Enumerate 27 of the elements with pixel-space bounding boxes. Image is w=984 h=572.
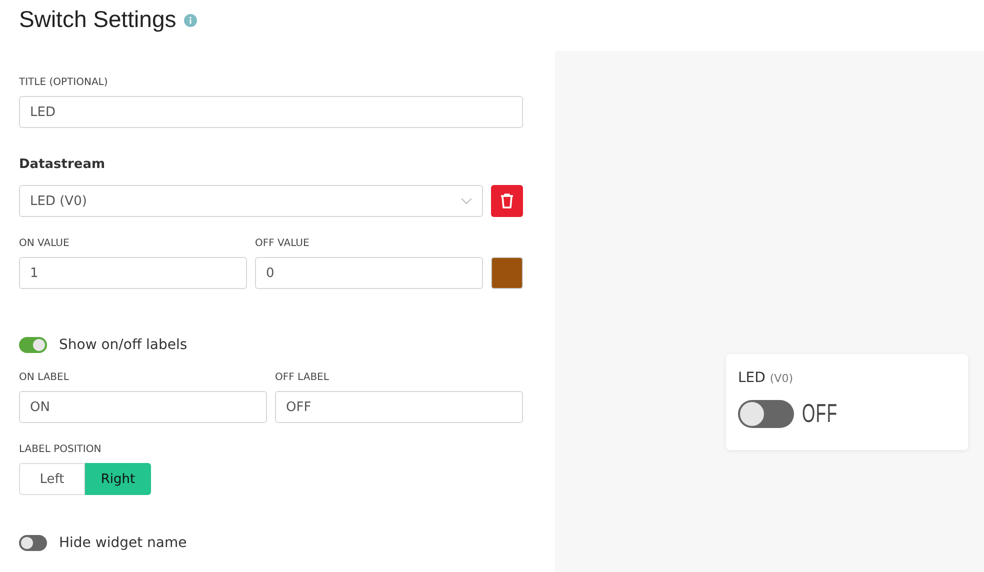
datastream-dropdown[interactable]: LED (V0) xyxy=(19,185,483,217)
input-field[interactable]: LED xyxy=(19,96,523,128)
section-label: Datastream xyxy=(19,157,106,174)
trash-icon xyxy=(500,193,514,209)
toggle-switch[interactable] xyxy=(19,337,47,353)
segment-button[interactable]: Left xyxy=(19,463,85,495)
field-label: ON LABEL xyxy=(19,372,70,385)
field-label: OFF LABEL xyxy=(275,372,330,385)
field-label: ON VALUE xyxy=(19,238,70,251)
field-label: LABEL POSITION xyxy=(19,444,102,457)
toggle-switch[interactable] xyxy=(738,400,794,428)
color-swatch[interactable] xyxy=(491,257,523,289)
field-label: OFF VALUE xyxy=(255,238,310,251)
input-field[interactable]: 0 xyxy=(255,257,483,289)
input-field[interactable]: ON xyxy=(19,391,267,423)
delete-button[interactable] xyxy=(491,185,523,217)
state-label: OFF xyxy=(802,398,838,429)
segment-button[interactable]: Right xyxy=(85,463,151,495)
input-field[interactable]: OFF xyxy=(275,391,523,423)
input-field[interactable]: 1 xyxy=(19,257,247,289)
toggle-label: Show on/off labels xyxy=(59,337,188,353)
field-label: TITLE (OPTIONAL) xyxy=(19,77,109,90)
caret-icon xyxy=(461,198,472,204)
toggle-label: Hide widget name xyxy=(59,535,187,551)
toggle-switch[interactable] xyxy=(19,535,47,551)
widget-name: LED (V0) xyxy=(738,370,794,388)
page-title: Switch Settings xyxy=(19,6,176,32)
